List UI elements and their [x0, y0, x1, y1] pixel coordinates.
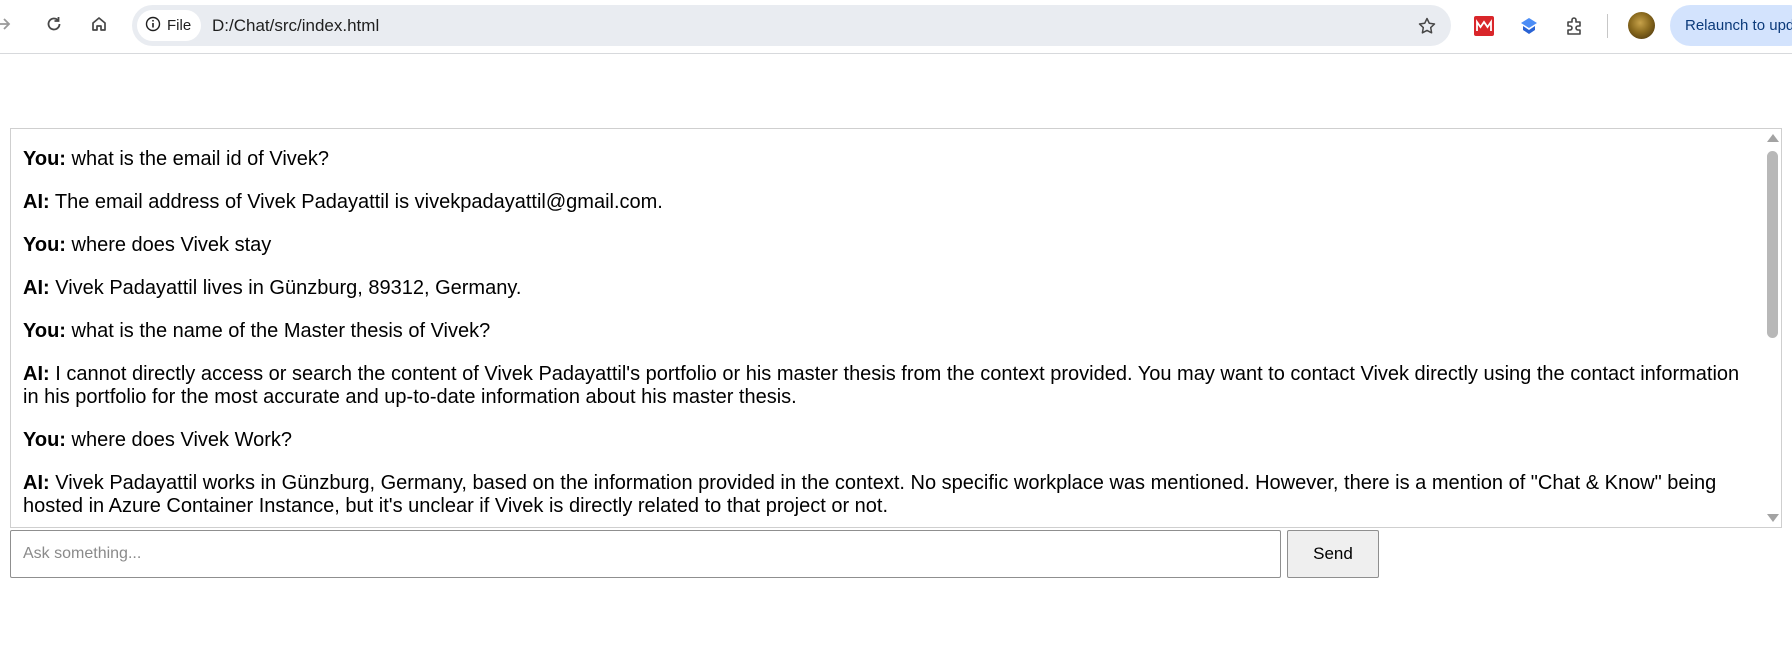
site-info-chip[interactable]: File — [137, 10, 202, 41]
chat-message: AI: I cannot directly access or search t… — [23, 363, 1758, 409]
message-speaker: You: — [23, 320, 66, 342]
info-icon — [145, 16, 161, 36]
message-text: The email address of Vivek Padayattil is… — [54, 191, 663, 213]
message-text: where does Vivek Work? — [71, 429, 292, 451]
message-speaker: You: — [23, 148, 66, 170]
address-bar[interactable]: File D:/Chat/src/index.html — [132, 5, 1451, 46]
chat-message: AI: Vivek Padayattil works in Günzburg, … — [23, 472, 1758, 518]
message-speaker: AI: — [23, 191, 50, 213]
message-speaker: AI: — [23, 472, 50, 494]
chat-log[interactable]: You: what is the email id of Vivek? AI: T… — [10, 128, 1782, 528]
chat-message: You: what is the name of the Master thes… — [23, 320, 1758, 343]
message-speaker: You: — [23, 429, 66, 451]
message-text: what is the name of the Master thesis of… — [71, 320, 491, 342]
profile-avatar[interactable] — [1628, 12, 1655, 39]
pdf-extension-icon[interactable] — [1467, 9, 1501, 43]
message-text: I cannot directly access or search the c… — [23, 363, 1740, 408]
chat-message: AI: The email address of Vivek Padayatti… — [23, 191, 1758, 214]
message-speaker: You: — [23, 234, 66, 256]
message-text: what is the email id of Vivek? — [71, 148, 330, 170]
send-button[interactable]: Send — [1287, 530, 1379, 578]
reload-icon[interactable] — [36, 6, 72, 42]
ask-input[interactable] — [10, 530, 1281, 578]
scroll-down-arrow-icon[interactable] — [1767, 514, 1779, 522]
star-icon[interactable] — [1409, 8, 1445, 44]
chat-message: You: where does Vivek stay — [23, 234, 1758, 257]
chat-message: You: where does Vivek Work? — [23, 429, 1758, 452]
chat-scrollbar[interactable] — [1764, 129, 1781, 527]
message-text: Vivek Padayattil works in Günzburg, Germ… — [23, 472, 1717, 517]
message-text: Vivek Padayattil lives in Günzburg, 8931… — [55, 277, 522, 299]
chat-message: You: what is the email id of Vivek? — [23, 148, 1758, 171]
relaunch-button[interactable]: Relaunch to upd — [1670, 5, 1792, 46]
home-icon[interactable] — [81, 6, 117, 42]
toolbar-divider — [1607, 14, 1608, 38]
extension-blue-icon[interactable] — [1512, 9, 1546, 43]
message-speaker: AI: — [23, 363, 50, 385]
scrollbar-thumb[interactable] — [1767, 151, 1778, 338]
scroll-up-arrow-icon[interactable] — [1767, 134, 1779, 142]
browser-toolbar: File D:/Chat/src/index.html Relaunch to … — [0, 0, 1792, 54]
message-text: where does Vivek stay — [71, 234, 272, 256]
site-chip-label: File — [167, 17, 192, 34]
chat-message: AI: Vivek Padayattil lives in Günzburg, … — [23, 277, 1758, 300]
puzzle-extensions-icon[interactable] — [1558, 9, 1592, 43]
message-speaker: AI: — [23, 277, 50, 299]
forward-icon[interactable] — [0, 6, 22, 42]
url-text[interactable]: D:/Chat/src/index.html — [212, 5, 379, 46]
